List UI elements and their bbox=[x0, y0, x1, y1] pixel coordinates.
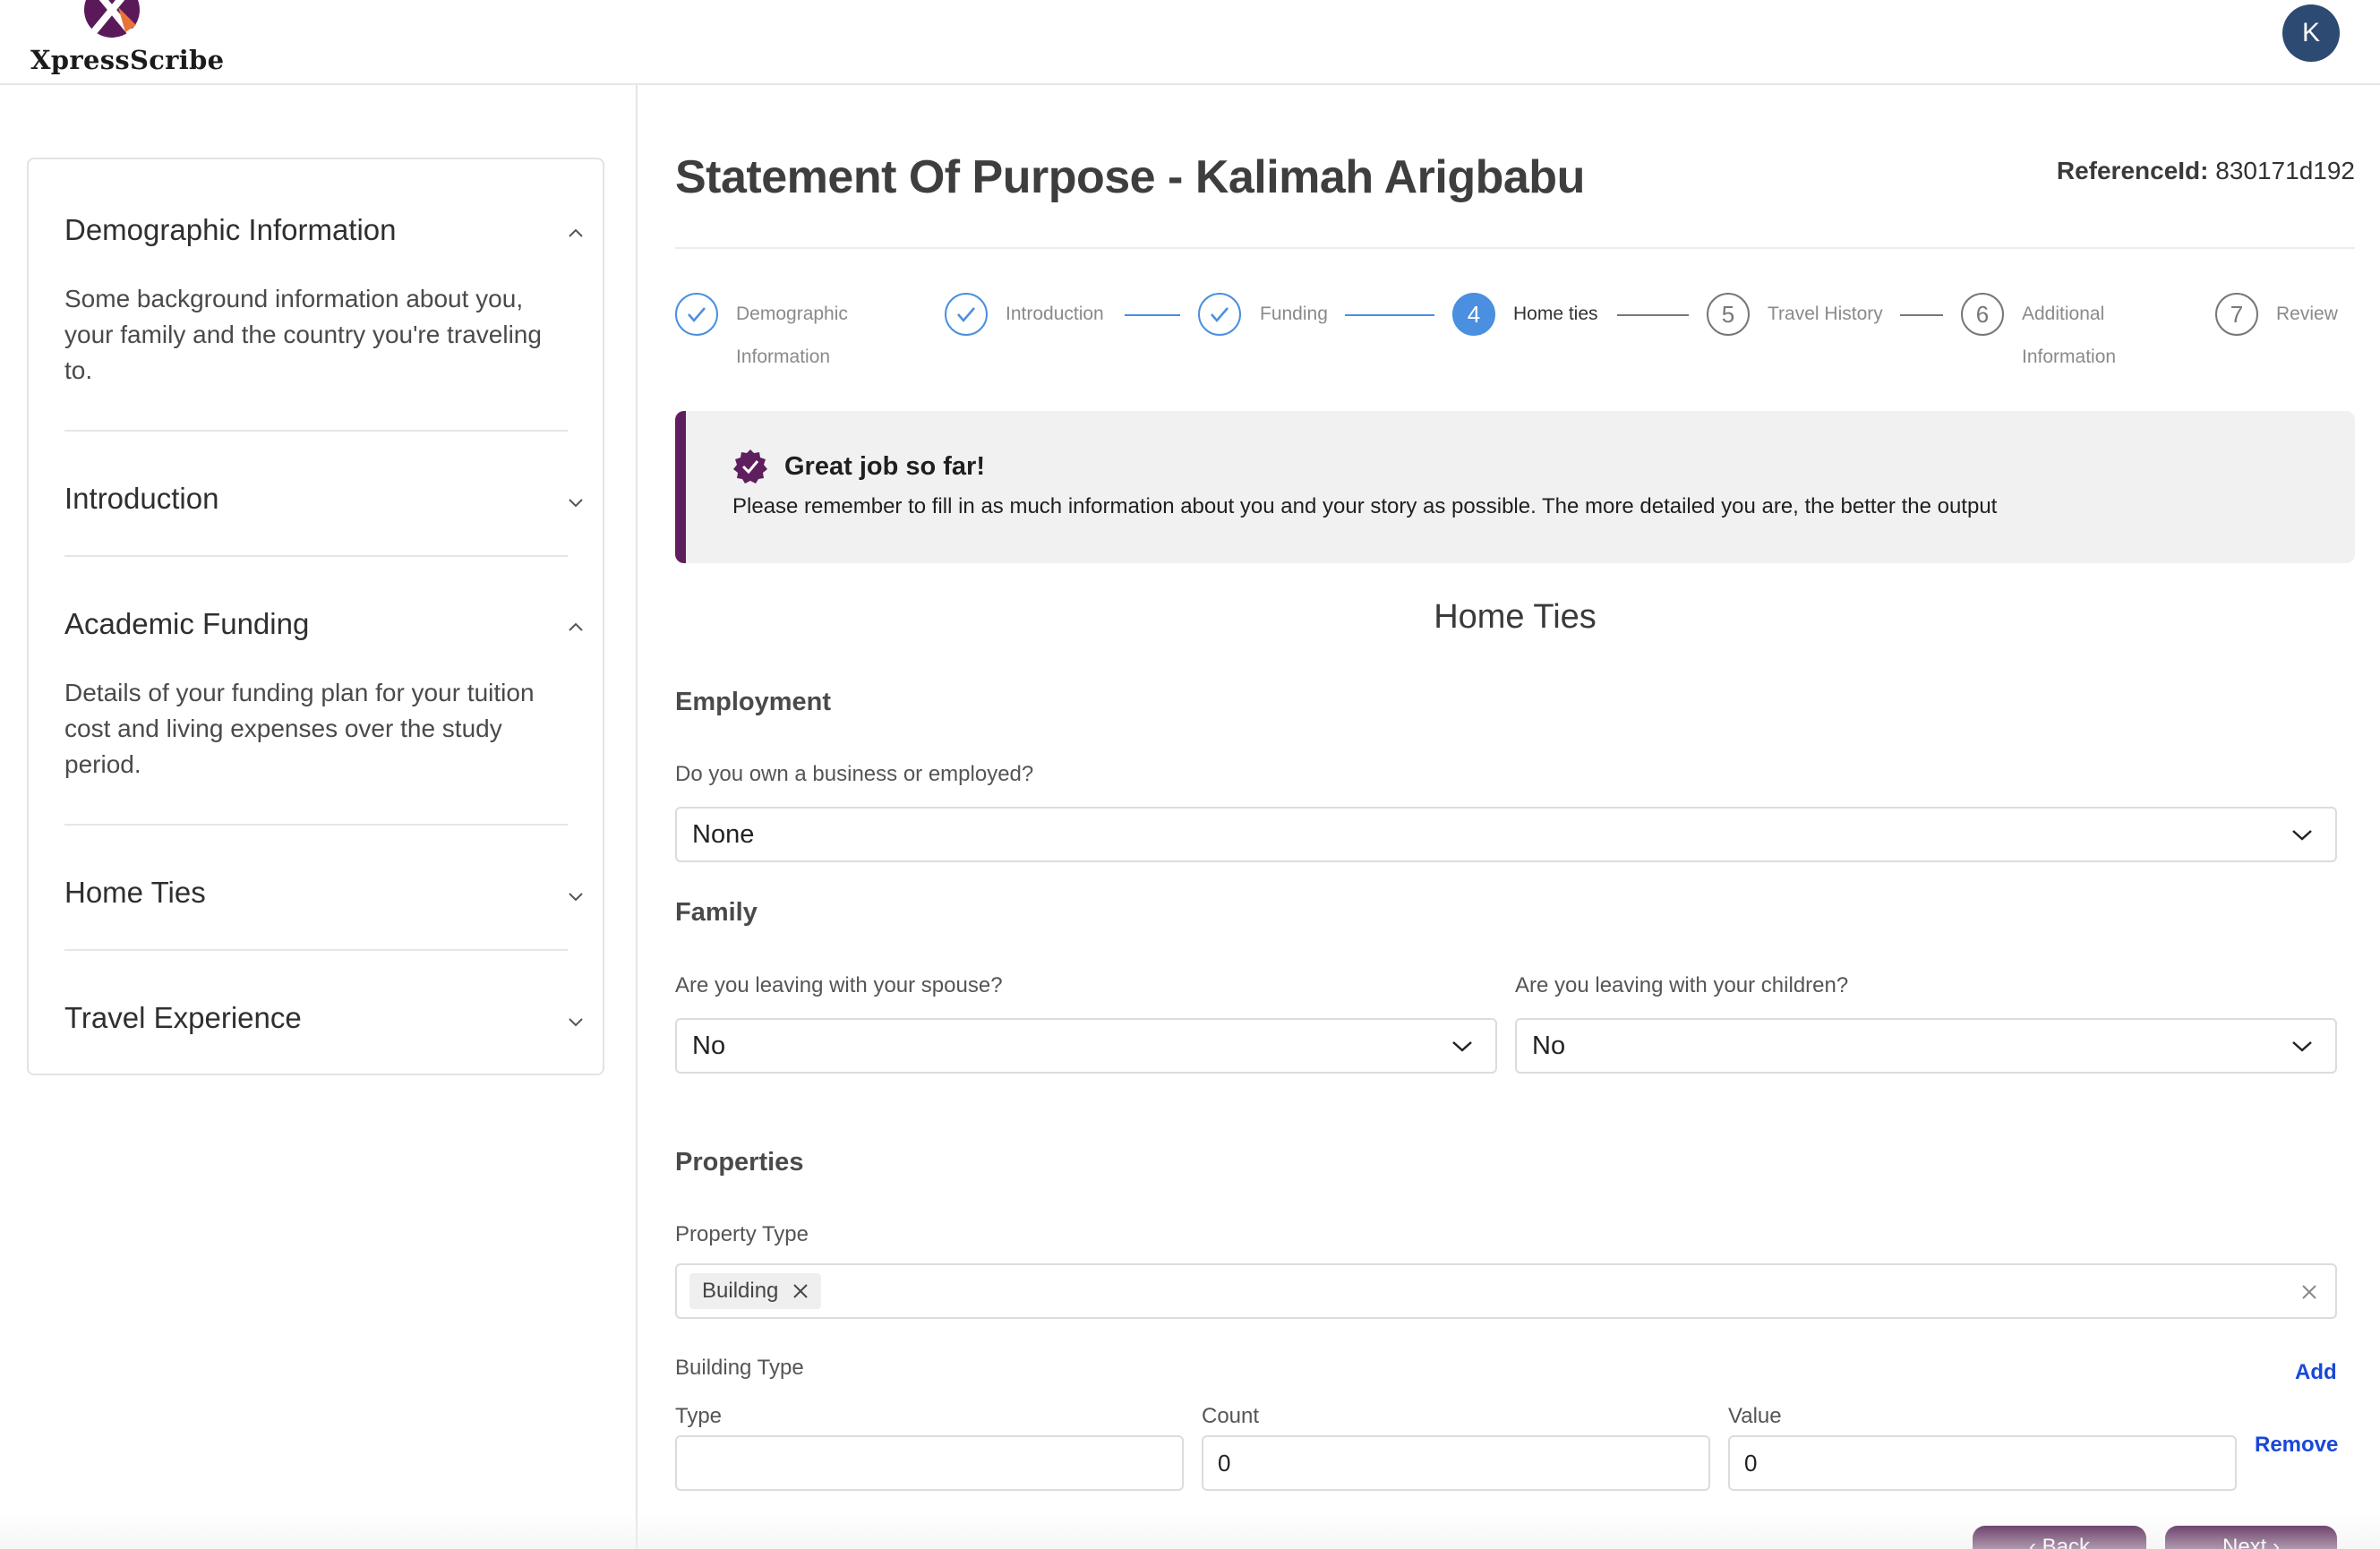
step-label: Information bbox=[2022, 347, 2117, 367]
remove-building-button[interactable]: Remove bbox=[2255, 1433, 2338, 1458]
reference-id: ReferenceId: 830171d192 bbox=[1791, 157, 2355, 185]
step-label: Demographic bbox=[736, 304, 848, 324]
accordion-title: Demographic Information bbox=[64, 213, 397, 246]
property-tag-label: Building bbox=[702, 1279, 779, 1303]
chevron-down-icon bbox=[2292, 830, 2312, 841]
type-label: Type bbox=[675, 1404, 723, 1428]
property-type-multiselect[interactable]: Building bbox=[675, 1263, 2337, 1319]
step-connector bbox=[1345, 314, 1434, 316]
chevron-down-icon[interactable] bbox=[566, 886, 586, 906]
family-heading: Family bbox=[675, 898, 758, 927]
alert-title: Great job so far! bbox=[784, 452, 985, 481]
step-connector bbox=[1900, 314, 1943, 316]
employment-question: Do you own a business or employed? bbox=[675, 762, 1034, 786]
spouse-select[interactable]: No bbox=[675, 1018, 1497, 1074]
brand-logo[interactable]: XpressScribe bbox=[30, 0, 224, 81]
step-number: 7 bbox=[2215, 293, 2258, 336]
spouse-select-value: No bbox=[692, 1031, 726, 1060]
children-question: Are you leaving with your children? bbox=[1515, 973, 1849, 997]
remove-tag-icon[interactable] bbox=[792, 1283, 809, 1299]
spouse-question: Are you leaving with your spouse? bbox=[675, 973, 1003, 997]
sidebar-divider bbox=[636, 85, 638, 1549]
chevron-down-icon bbox=[1452, 1041, 1472, 1052]
page-title: Statement Of Purpose - Kalimah Arigbabu bbox=[675, 151, 1585, 203]
children-select[interactable]: No bbox=[1515, 1018, 2337, 1074]
building-type-input[interactable] bbox=[675, 1435, 1184, 1491]
count-label: Count bbox=[1202, 1404, 1260, 1428]
step-label: Home ties bbox=[1513, 304, 1598, 324]
step-label: Review bbox=[2276, 304, 2338, 324]
top-bar: XpressScribe K bbox=[0, 0, 2380, 85]
brand-name: XpressScribe bbox=[30, 45, 225, 75]
property-type-label: Property Type bbox=[675, 1222, 809, 1246]
chevron-down-icon[interactable] bbox=[566, 492, 586, 512]
building-count-input[interactable] bbox=[1202, 1435, 1710, 1491]
section-accordion: Demographic Information Some background … bbox=[27, 158, 604, 1075]
accordion-title: Academic Funding bbox=[64, 607, 310, 640]
check-icon bbox=[1198, 293, 1241, 336]
employment-select-value: None bbox=[692, 820, 755, 849]
check-icon bbox=[675, 293, 718, 336]
chevron-up-icon[interactable] bbox=[566, 224, 586, 244]
step-number: 6 bbox=[1961, 293, 2004, 336]
step-label: Additional bbox=[2022, 304, 2105, 324]
accordion-description: Some background information about you, y… bbox=[64, 285, 542, 384]
chevron-up-icon[interactable] bbox=[566, 618, 586, 638]
alert-body: Please remember to fill in as much infor… bbox=[732, 494, 1998, 518]
accordion-title: Travel Experience bbox=[64, 1001, 302, 1034]
employment-select[interactable]: None bbox=[675, 807, 2337, 862]
check-icon bbox=[945, 293, 988, 336]
info-alert: Great job so far! Please remember to fil… bbox=[675, 411, 2355, 563]
next-button[interactable]: Next › bbox=[2165, 1526, 2337, 1549]
accordion-divider bbox=[64, 555, 568, 557]
accordion-title: Home Ties bbox=[64, 876, 206, 909]
step-label: Introduction bbox=[1006, 304, 1104, 324]
accordion-title: Introduction bbox=[64, 482, 219, 515]
step-label: Funding bbox=[1260, 304, 1328, 324]
reference-id-label: ReferenceId: bbox=[2056, 157, 2209, 184]
chevron-down-icon[interactable] bbox=[566, 1012, 586, 1031]
children-select-value: No bbox=[1532, 1031, 1566, 1060]
employment-heading: Employment bbox=[675, 688, 832, 716]
properties-heading: Properties bbox=[675, 1148, 804, 1177]
accordion-divider bbox=[64, 430, 568, 432]
property-tag: Building bbox=[689, 1273, 822, 1309]
step-connector bbox=[1617, 314, 1689, 316]
building-type-label: Building Type bbox=[675, 1356, 804, 1380]
title-divider bbox=[675, 247, 2355, 249]
step-label: Travel History bbox=[1768, 304, 1883, 324]
reference-id-value: 830171d192 bbox=[2215, 157, 2355, 184]
building-value-input[interactable] bbox=[1728, 1435, 2237, 1491]
accordion-divider bbox=[64, 824, 568, 826]
clear-selection-icon[interactable] bbox=[2301, 1284, 2317, 1300]
back-button[interactable]: ‹ Back bbox=[1973, 1526, 2146, 1549]
value-label: Value bbox=[1728, 1404, 1782, 1428]
section-title: Home Ties bbox=[1434, 598, 1597, 636]
step-number: 5 bbox=[1707, 293, 1750, 336]
step-label: Information bbox=[736, 347, 831, 367]
chevron-down-icon bbox=[2292, 1041, 2312, 1052]
verified-badge-icon bbox=[733, 449, 767, 484]
step-connector bbox=[1125, 314, 1180, 316]
user-avatar[interactable]: K bbox=[2282, 4, 2340, 62]
accordion-divider bbox=[64, 949, 568, 951]
accordion-description: Details of your funding plan for your tu… bbox=[64, 679, 535, 778]
xpressscribe-logo-icon bbox=[84, 0, 140, 38]
add-building-button[interactable]: Add bbox=[2295, 1360, 2337, 1385]
step-number: 4 bbox=[1452, 293, 1495, 336]
